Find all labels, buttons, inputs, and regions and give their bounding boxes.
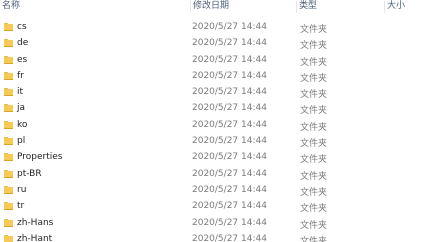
file-name[interactable]: pl bbox=[17, 136, 25, 146]
file-type: 文件夹 bbox=[300, 41, 328, 52]
folder-icon bbox=[4, 55, 13, 64]
file-type: 文件夹 bbox=[300, 57, 328, 68]
file-type: 文件夹 bbox=[300, 106, 328, 117]
file-row[interactable]: ru 2020/5/27 14:44 文件夹 bbox=[0, 182, 423, 198]
file-type: 文件夹 bbox=[300, 122, 328, 133]
folder-icon-body bbox=[4, 56, 13, 64]
folder-icon-body bbox=[4, 72, 13, 80]
file-row[interactable]: ko 2020/5/27 14:44 文件夹 bbox=[0, 117, 423, 133]
folder-icon-body bbox=[4, 105, 13, 113]
file-modified-date: 2020/5/27 14:44 bbox=[192, 201, 267, 212]
folder-icon bbox=[4, 202, 13, 211]
file-modified-date: 2020/5/27 14:44 bbox=[192, 38, 267, 49]
file-row[interactable]: fr 2020/5/27 14:44 文件夹 bbox=[0, 68, 423, 84]
folder-icon-body bbox=[4, 40, 13, 48]
file-row[interactable]: Properties 2020/5/27 14:44 文件夹 bbox=[0, 149, 423, 165]
file-type: 文件夹 bbox=[300, 73, 328, 84]
column-header-type-label: 类型 bbox=[299, 1, 318, 11]
folder-icon bbox=[4, 88, 13, 97]
file-name[interactable]: it bbox=[17, 87, 23, 97]
file-type: 文件夹 bbox=[300, 187, 328, 198]
file-type: 文件夹 bbox=[300, 139, 328, 150]
file-name[interactable]: cs bbox=[17, 22, 27, 32]
file-type: 文件夹 bbox=[300, 204, 328, 215]
file-type: 文件夹 bbox=[300, 155, 328, 166]
file-modified-date: 2020/5/27 14:44 bbox=[192, 152, 267, 163]
file-modified-date: 2020/5/27 14:44 bbox=[192, 217, 267, 228]
file-row[interactable]: pt-BR 2020/5/27 14:44 文件夹 bbox=[0, 166, 423, 182]
column-header-type[interactable]: 类型 bbox=[297, 0, 385, 14]
file-modified-date: 2020/5/27 14:44 bbox=[192, 168, 267, 179]
file-row[interactable]: es 2020/5/27 14:44 文件夹 bbox=[0, 52, 423, 68]
folder-icon-body bbox=[4, 219, 13, 227]
file-row[interactable]: pl 2020/5/27 14:44 文件夹 bbox=[0, 133, 423, 149]
folder-icon-body bbox=[4, 121, 13, 129]
folder-icon-body bbox=[4, 186, 13, 194]
column-header-row: 名称 修改日期 类型 大小 bbox=[0, 0, 423, 14]
folder-icon bbox=[4, 153, 13, 162]
folder-icon bbox=[4, 185, 13, 194]
file-type: 文件夹 bbox=[300, 90, 328, 101]
file-rows: cs 2020/5/27 14:44 文件夹 de 2020/5/27 14:44 文件夹… bbox=[0, 19, 423, 242]
file-modified-date: 2020/5/27 14:44 bbox=[192, 87, 267, 98]
file-name[interactable]: ja bbox=[17, 103, 25, 113]
file-row[interactable]: zh-Hans 2020/5/27 14:44 文件夹 bbox=[0, 215, 423, 231]
file-name[interactable]: fr bbox=[17, 71, 24, 81]
folder-icon bbox=[4, 71, 13, 80]
folder-icon bbox=[4, 234, 13, 242]
file-modified-date: 2020/5/27 14:44 bbox=[192, 54, 267, 65]
folder-icon bbox=[4, 169, 13, 178]
file-type: 文件夹 bbox=[300, 25, 328, 35]
file-row[interactable]: cs 2020/5/27 14:44 文件夹 bbox=[0, 19, 423, 35]
folder-icon bbox=[4, 39, 13, 48]
folder-icon-body bbox=[4, 89, 13, 97]
folder-icon-body bbox=[4, 203, 13, 211]
file-row[interactable]: de 2020/5/27 14:44 文件夹 bbox=[0, 35, 423, 51]
file-row[interactable]: tr 2020/5/27 14:44 文件夹 bbox=[0, 198, 423, 214]
column-header-size-label: 大小 bbox=[387, 1, 406, 11]
file-list-view: 名称 修改日期 类型 大小 cs 2020/5/27 14:44 文件夹 de 2020… bbox=[0, 0, 423, 242]
folder-icon-body bbox=[4, 154, 13, 162]
file-name[interactable]: tr bbox=[17, 201, 24, 211]
file-row[interactable]: it 2020/5/27 14:44 文件夹 bbox=[0, 84, 423, 100]
folder-icon bbox=[4, 137, 13, 146]
folder-icon-body bbox=[4, 138, 13, 146]
file-name[interactable]: zh-Hans bbox=[17, 218, 53, 228]
column-header-date-label: 修改日期 bbox=[193, 1, 230, 11]
folder-icon-body bbox=[4, 24, 13, 31]
file-modified-date: 2020/5/27 14:44 bbox=[192, 233, 267, 242]
column-header-name[interactable]: 名称 bbox=[0, 0, 191, 14]
file-modified-date: 2020/5/27 14:44 bbox=[192, 184, 267, 195]
file-type: 文件夹 bbox=[300, 236, 328, 242]
file-row[interactable]: ja 2020/5/27 14:44 文件夹 bbox=[0, 100, 423, 116]
folder-icon bbox=[4, 218, 13, 227]
file-name[interactable]: ru bbox=[17, 185, 26, 195]
folder-icon bbox=[4, 104, 13, 113]
file-name[interactable]: zh-Hant bbox=[17, 234, 52, 242]
file-modified-date: 2020/5/27 14:44 bbox=[192, 22, 267, 32]
file-row[interactable]: zh-Hant 2020/5/27 14:44 文件夹 bbox=[0, 231, 423, 242]
file-name[interactable]: ko bbox=[17, 120, 27, 130]
file-type: 文件夹 bbox=[300, 220, 328, 231]
file-modified-date: 2020/5/27 14:44 bbox=[192, 136, 267, 147]
file-name[interactable]: Properties bbox=[17, 152, 62, 162]
folder-icon bbox=[4, 23, 13, 31]
file-modified-date: 2020/5/27 14:44 bbox=[192, 119, 267, 130]
file-modified-date: 2020/5/27 14:44 bbox=[192, 70, 267, 81]
file-name[interactable]: de bbox=[17, 38, 28, 48]
file-name[interactable]: es bbox=[17, 55, 27, 65]
column-header-date[interactable]: 修改日期 bbox=[191, 0, 297, 14]
file-name[interactable]: pt-BR bbox=[17, 169, 42, 179]
folder-icon bbox=[4, 120, 13, 129]
column-header-name-label: 名称 bbox=[2, 1, 21, 11]
folder-icon-body bbox=[4, 170, 13, 178]
folder-icon-body bbox=[4, 235, 13, 242]
file-type: 文件夹 bbox=[300, 171, 328, 182]
file-modified-date: 2020/5/27 14:44 bbox=[192, 103, 267, 114]
column-header-size[interactable]: 大小 bbox=[385, 0, 423, 14]
